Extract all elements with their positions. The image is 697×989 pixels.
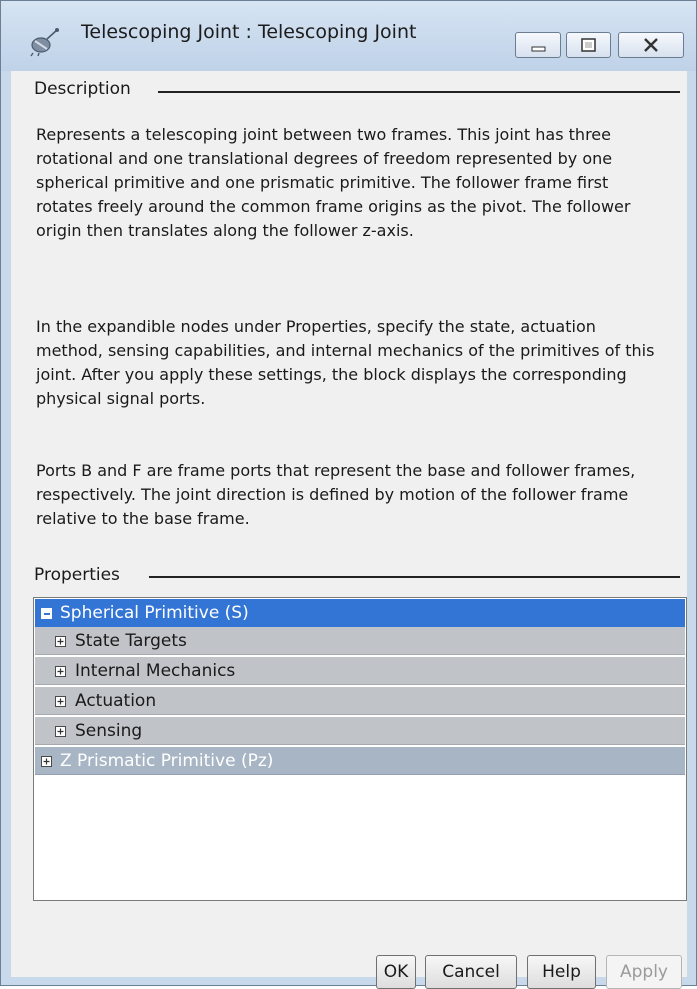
description-paragraph-2: In the expandible nodes under Properties… [36,317,655,408]
properties-header: Properties [34,565,126,589]
window-title: Telescoping Joint : Telescoping Joint [81,21,417,43]
title-bar[interactable]: Telescoping Joint : Telescoping Joint [1,1,696,71]
tree-item-internal-mechanics[interactable]: Internal Mechanics [35,657,685,685]
satellite-icon [30,28,59,57]
minimize-button[interactable] [515,32,561,58]
dialog-body: Description Represents a telescoping joi… [11,71,687,989]
description-header: Description [34,79,137,103]
expand-icon[interactable] [55,726,66,737]
minimize-icon [531,46,546,52]
expand-icon[interactable] [55,696,66,707]
tree-item-sensing[interactable]: Sensing [35,717,685,745]
help-button[interactable]: Help [527,955,596,989]
properties-tree[interactable]: Spherical Primitive (S) State Targets In… [33,597,687,901]
dialog-window: Telescoping Joint : Telescoping Joint De… [0,0,697,989]
cancel-button[interactable]: Cancel [425,955,517,989]
tree-item-z-prismatic-primitive[interactable]: Z Prismatic Primitive (Pz) [35,747,685,775]
description-paragraph-1: Represents a telescoping joint between t… [36,125,631,240]
close-icon [644,38,658,52]
expand-icon[interactable] [55,636,66,647]
properties-divider [149,576,680,578]
ok-button[interactable]: OK [376,955,416,989]
expand-icon[interactable] [41,756,52,767]
apply-button[interactable]: Apply [606,955,682,989]
expand-icon[interactable] [55,666,66,677]
close-button[interactable] [618,32,684,58]
tree-item-actuation[interactable]: Actuation [35,687,685,715]
collapse-icon[interactable] [41,608,52,619]
maximize-button[interactable] [566,32,611,58]
description-paragraph-3: Ports B and F are frame ports that repre… [36,461,636,528]
tree-item-state-targets[interactable]: State Targets [35,627,685,655]
description-divider [158,91,680,93]
tree-item-spherical-primitive[interactable]: Spherical Primitive (S) [35,599,685,627]
maximize-icon [581,38,596,52]
